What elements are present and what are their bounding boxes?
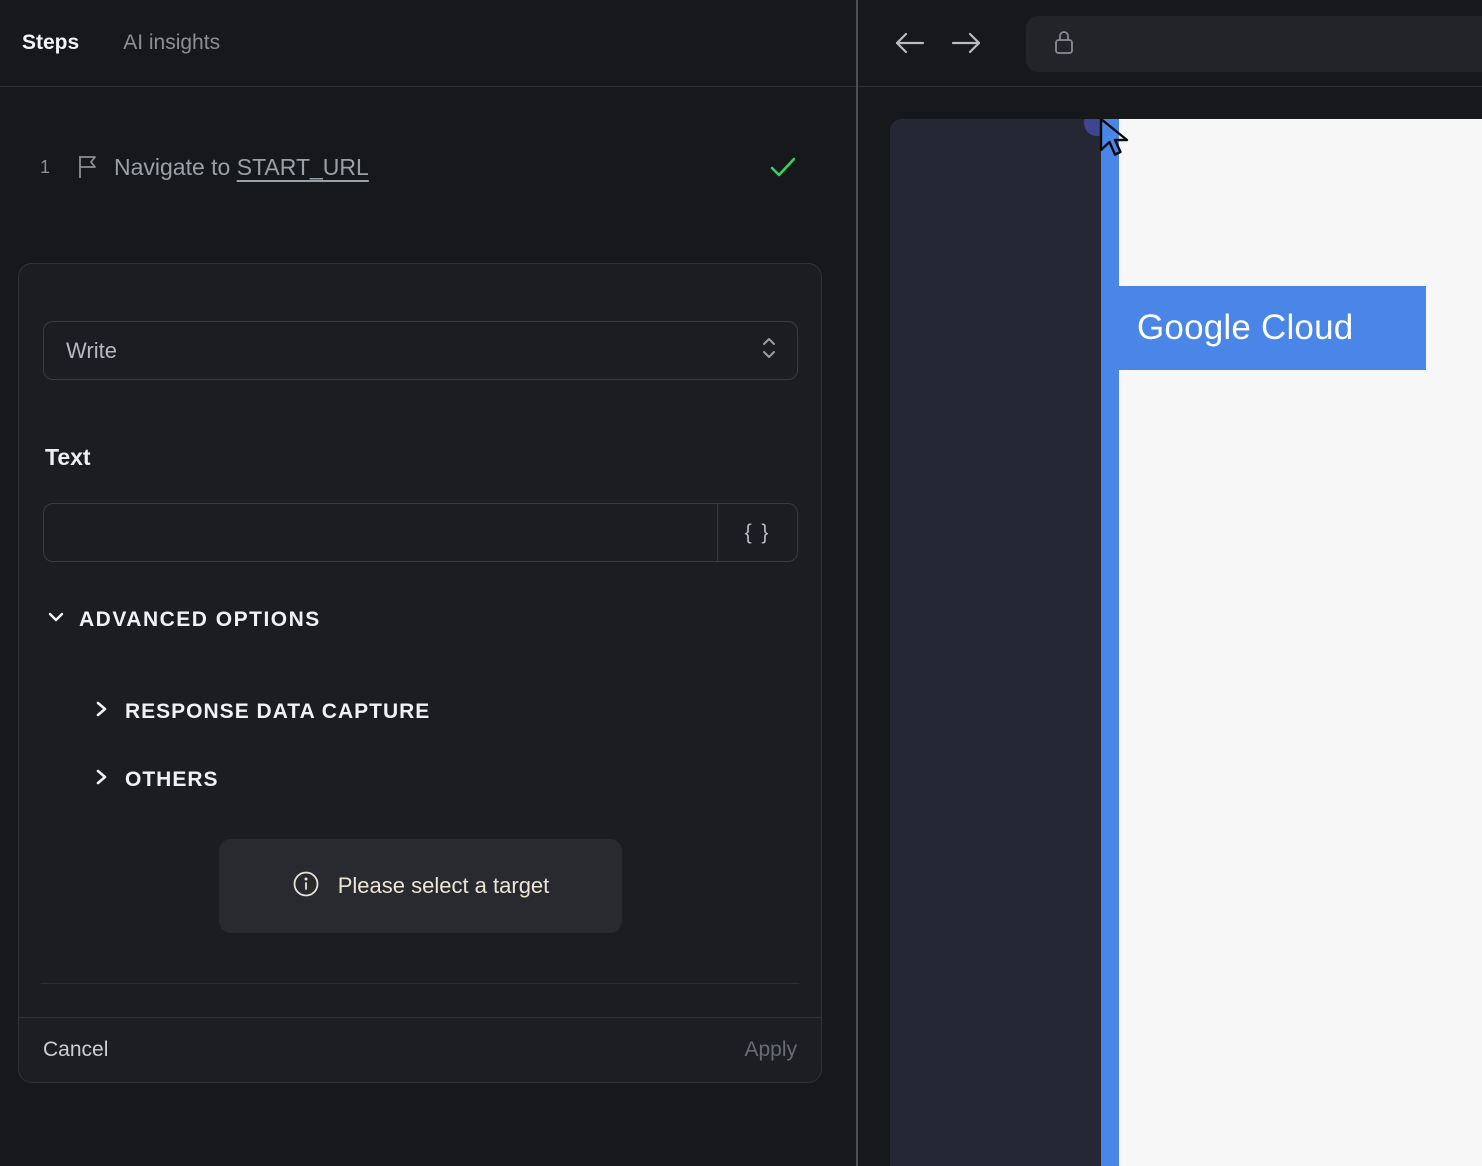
address-bar[interactable] [1026, 16, 1482, 72]
back-arrow-icon[interactable] [890, 23, 930, 63]
select-target-notice: Please select a target [219, 839, 622, 933]
apply-button[interactable]: Apply [744, 1038, 797, 1062]
browser-toolbar [858, 0, 1482, 87]
text-input-group: { } [43, 503, 798, 562]
page-viewport: Google Cloud [858, 119, 1482, 1166]
section-label: RESPONSE DATA CAPTURE [125, 699, 431, 723]
section-others[interactable]: OTHERS [91, 766, 219, 793]
step-title: Navigate to START_URL [114, 153, 369, 180]
flag-icon [76, 154, 100, 180]
chevron-down-icon [45, 606, 67, 633]
forward-arrow-icon[interactable] [946, 23, 986, 63]
info-icon [292, 870, 320, 903]
cancel-button[interactable]: Cancel [43, 1038, 108, 1062]
tab-bar: Steps AI insights [0, 0, 856, 87]
page-body [1119, 119, 1482, 1166]
text-field-label: Text [45, 444, 91, 470]
check-icon [768, 154, 798, 180]
browser-panel: Google Cloud [858, 0, 1482, 1166]
advanced-options-label: ADVANCED OPTIONS [79, 607, 321, 631]
tab-ai-insights[interactable]: AI insights [123, 31, 220, 55]
page-sidebar [890, 119, 1101, 1166]
page-accent-strip [1101, 119, 1119, 1166]
app-window: Steps AI insights 1 Navigate to START_UR… [0, 0, 1482, 1166]
steps-panel: Steps AI insights 1 Navigate to START_UR… [0, 0, 856, 1166]
cursor-icon [1098, 119, 1140, 166]
start-url-link[interactable]: START_URL [237, 154, 369, 180]
advanced-options-toggle[interactable]: ADVANCED OPTIONS [45, 606, 321, 633]
editor-footer: Cancel Apply [19, 1017, 821, 1082]
chevron-right-icon [91, 766, 111, 793]
google-cloud-logo[interactable]: Google Cloud [1118, 286, 1426, 370]
section-response-data-capture[interactable]: RESPONSE DATA CAPTURE [91, 698, 430, 725]
action-select[interactable]: Write [43, 321, 798, 380]
lock-icon [1052, 27, 1076, 62]
notice-text: Please select a target [337, 873, 550, 898]
action-select-value: Write [66, 337, 117, 363]
chevron-right-icon [91, 698, 111, 725]
chevron-updown-icon [759, 335, 779, 366]
step-row[interactable]: 1 Navigate to START_URL [0, 140, 856, 194]
text-input[interactable] [44, 504, 717, 561]
divider [41, 983, 799, 984]
step-editor-card: Write Text { } ADVANCED OPTIONS RESPONSE… [18, 263, 822, 1083]
step-index: 1 [40, 156, 51, 177]
section-label: OTHERS [125, 767, 219, 791]
tab-steps[interactable]: Steps [22, 31, 79, 55]
google-cloud-logo-text: Google Cloud [1137, 308, 1354, 347]
insert-variable-button[interactable]: { } [717, 504, 797, 561]
